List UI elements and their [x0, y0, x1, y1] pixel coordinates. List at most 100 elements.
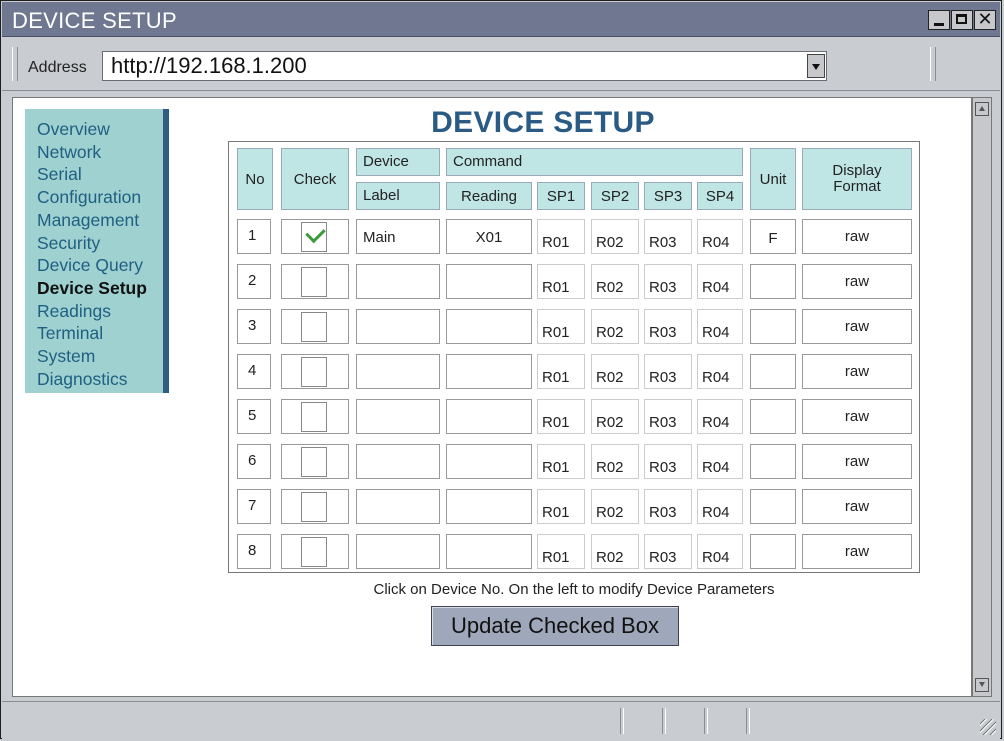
sidebar-item-system[interactable]: System [25, 345, 163, 368]
row-checkbox[interactable] [301, 312, 327, 342]
update-checked-box-button[interactable]: Update Checked Box [431, 606, 679, 646]
window-title: DEVICE SETUP [12, 8, 177, 33]
check-cell [281, 489, 349, 524]
device-label-field[interactable] [356, 444, 440, 479]
sidebar-item-device-query[interactable]: Device Query [25, 254, 163, 277]
setpoint-sp4-value: R04 [702, 549, 730, 566]
device-label-field[interactable] [356, 489, 440, 524]
toolbar-grip [12, 47, 18, 81]
unit-field[interactable] [750, 399, 796, 434]
check-cell [281, 444, 349, 479]
sidebar-item-serial[interactable]: Serial [25, 163, 163, 186]
row-checkbox[interactable] [301, 447, 327, 477]
display-format-field[interactable]: raw [802, 354, 912, 389]
device-label-field[interactable] [356, 354, 440, 389]
resize-grip-icon[interactable] [980, 719, 996, 735]
header-command: Command [446, 148, 743, 176]
scroll-down-button[interactable] [975, 678, 989, 692]
table-row: 5 R01 R02 R03 R04 raw [229, 399, 919, 434]
setpoint-sp4-value: R04 [702, 414, 730, 431]
table-row: 7 R01 R02 R03 R04 raw [229, 489, 919, 524]
device-no-link[interactable]: 6 [237, 444, 271, 479]
display-format-field[interactable]: raw [802, 489, 912, 524]
table-row: 2 R01 R02 R03 R04 raw [229, 264, 919, 299]
sidebar-item-diagnostics[interactable]: Diagnostics [25, 368, 163, 391]
display-format-field[interactable]: raw [802, 264, 912, 299]
device-label-field[interactable] [356, 264, 440, 299]
sidebar-item-configuration[interactable]: Configuration [25, 186, 163, 209]
page-title: DEVICE SETUP [431, 106, 655, 139]
command-reading-field[interactable] [446, 309, 532, 344]
command-reading-field[interactable] [446, 399, 532, 434]
display-format-field[interactable]: raw [802, 309, 912, 344]
check-cell [281, 354, 349, 389]
display-format-field[interactable]: raw [802, 399, 912, 434]
sidebar-item-management[interactable]: Management [25, 209, 163, 232]
unit-field[interactable]: F [750, 219, 796, 254]
maximize-icon [956, 14, 967, 24]
setpoint-sp4-value: R04 [702, 234, 730, 251]
address-bar: Address http://192.168.1.200 [2, 37, 1000, 91]
sidebar-item-network[interactable]: Network [25, 141, 163, 164]
unit-field[interactable] [750, 264, 796, 299]
maximize-button[interactable] [951, 10, 973, 30]
row-checkbox[interactable] [301, 222, 327, 252]
device-no-link[interactable]: 7 [237, 489, 271, 524]
sidebar-item-readings[interactable]: Readings [25, 300, 163, 323]
sidebar-item-terminal[interactable]: Terminal [25, 322, 163, 345]
header-sp4: SP4 [697, 182, 743, 210]
device-label-field[interactable] [356, 309, 440, 344]
command-reading-field[interactable]: X01 [446, 219, 532, 254]
device-no-link[interactable]: 5 [237, 399, 271, 434]
setpoint-sp3-value: R03 [649, 279, 677, 296]
row-checkbox[interactable] [301, 537, 327, 567]
row-checkbox[interactable] [301, 357, 327, 387]
device-no-link[interactable]: 3 [237, 309, 271, 344]
command-reading-field[interactable] [446, 444, 532, 479]
scroll-up-button[interactable] [975, 102, 989, 116]
table-row: 4 R01 R02 R03 R04 raw [229, 354, 919, 389]
vertical-scrollbar[interactable] [972, 97, 992, 697]
unit-field[interactable] [750, 309, 796, 344]
row-checkbox[interactable] [301, 267, 327, 297]
close-button[interactable]: ✕ [974, 9, 996, 30]
device-setup-table: No Check Device Command Unit Display For… [228, 141, 920, 573]
sidebar-item-security[interactable]: Security [25, 232, 163, 255]
unit-field[interactable] [750, 534, 796, 569]
url-input[interactable]: http://192.168.1.200 [102, 51, 827, 81]
command-reading-field[interactable] [446, 354, 532, 389]
setpoint-sp3-value: R03 [649, 414, 677, 431]
display-format-field[interactable]: raw [802, 534, 912, 569]
setpoint-sp1-value: R01 [542, 414, 570, 431]
header-no: No [237, 148, 273, 210]
unit-field[interactable] [750, 444, 796, 479]
device-label-field[interactable]: Main [356, 219, 440, 254]
command-reading-field[interactable] [446, 489, 532, 524]
unit-field[interactable] [750, 354, 796, 389]
display-format-field[interactable]: raw [802, 444, 912, 479]
device-label-field[interactable] [356, 399, 440, 434]
header-check: Check [281, 148, 349, 210]
row-checkbox[interactable] [301, 492, 327, 522]
header-reading: Reading [446, 182, 532, 210]
device-no-link[interactable]: 4 [237, 354, 271, 389]
setpoint-sp2-value: R02 [596, 279, 624, 296]
command-reading-field[interactable] [446, 264, 532, 299]
toolbar-grip [930, 47, 936, 81]
chevron-down-icon[interactable] [807, 54, 825, 78]
unit-field[interactable] [750, 489, 796, 524]
device-no-link[interactable]: 2 [237, 264, 271, 299]
sidebar-item-overview[interactable]: Overview [25, 118, 163, 141]
minimize-button[interactable] [928, 10, 950, 30]
sidebar-item-device-setup[interactable]: Device Setup [25, 277, 163, 300]
setpoint-sp1-value: R01 [542, 459, 570, 476]
table-row: 6 R01 R02 R03 R04 raw [229, 444, 919, 479]
device-no-link[interactable]: 1 [237, 219, 271, 254]
setpoint-sp2-value: R02 [596, 324, 624, 341]
display-format-field[interactable]: raw [802, 219, 912, 254]
check-cell [281, 264, 349, 299]
device-no-link[interactable]: 8 [237, 534, 271, 569]
command-reading-field[interactable] [446, 534, 532, 569]
row-checkbox[interactable] [301, 402, 327, 432]
device-label-field[interactable] [356, 534, 440, 569]
